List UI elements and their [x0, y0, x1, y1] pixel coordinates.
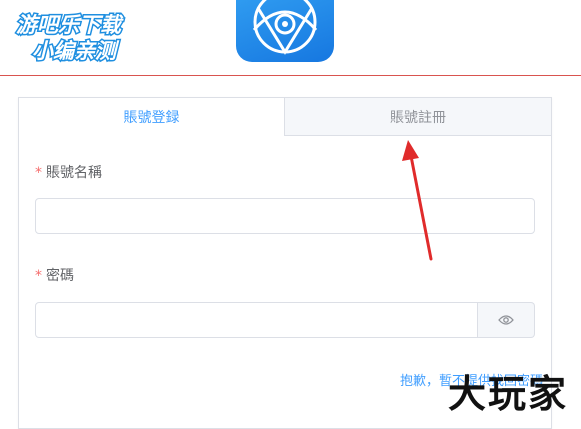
site-watermark-logo: 游吧乐下载 小编亲测	[15, 12, 126, 65]
app-logo-icon	[252, 0, 318, 55]
password-input[interactable]	[35, 302, 478, 338]
eye-icon	[498, 315, 514, 325]
svg-text:游吧乐下载: 游吧乐下载	[16, 13, 124, 37]
password-label-text: 密碼	[46, 268, 74, 284]
bottom-watermark: 大玩家	[448, 371, 569, 416]
required-mark: *	[35, 268, 42, 284]
password-label: * 密碼	[35, 265, 74, 285]
auth-tabs: 賬號登録 賬號註冊	[19, 98, 551, 136]
username-label: * 賬號名稱	[35, 162, 102, 182]
toggle-password-visibility-button[interactable]	[478, 302, 535, 338]
app-logo	[236, 0, 334, 62]
required-mark: *	[35, 165, 42, 181]
username-input[interactable]	[35, 198, 535, 234]
username-label-text: 賬號名稱	[46, 165, 102, 181]
tab-register[interactable]: 賬號註冊	[284, 98, 551, 136]
svg-text:小编亲测: 小编亲测	[32, 39, 120, 63]
tab-login[interactable]: 賬號登録	[19, 98, 284, 136]
header-divider	[0, 75, 581, 76]
